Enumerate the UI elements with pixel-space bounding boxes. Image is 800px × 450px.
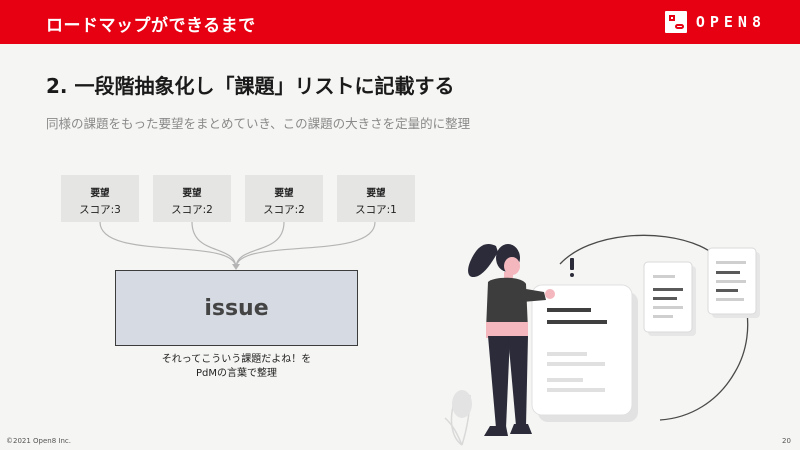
- small-document-icon-1: [643, 261, 696, 336]
- small-document-icon-2: [707, 247, 760, 318]
- main-document-icon: [531, 284, 638, 422]
- copyright: ©2021 Open8 Inc.: [6, 437, 71, 445]
- exclamation-icon: [570, 258, 574, 277]
- leaf-icon: [452, 390, 472, 418]
- page-number: 20: [782, 437, 791, 445]
- presenter-illustration: [444, 234, 760, 446]
